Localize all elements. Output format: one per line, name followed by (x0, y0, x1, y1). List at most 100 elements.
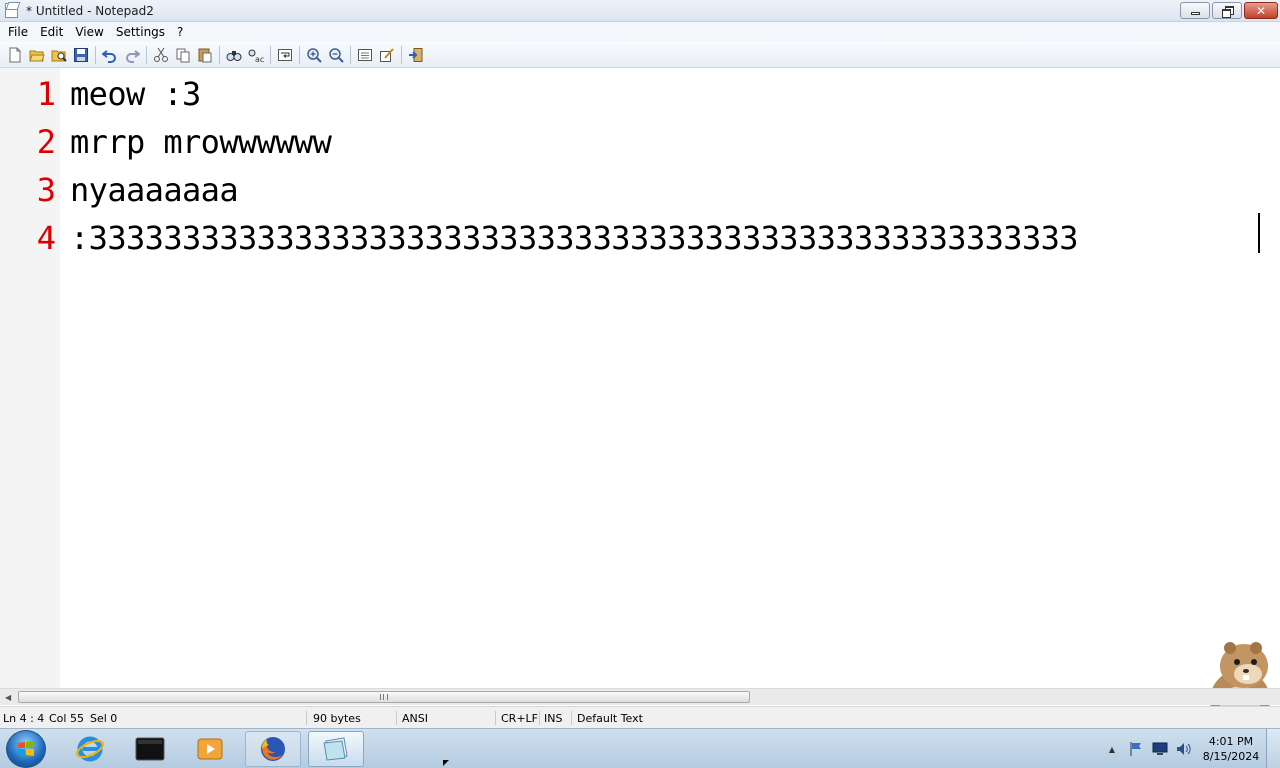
cut-button[interactable] (150, 44, 172, 66)
open-button[interactable] (26, 44, 48, 66)
toolbar-separator (270, 45, 271, 64)
taskbar-notepad2[interactable] (308, 731, 364, 767)
status-scheme[interactable]: Default Text (577, 712, 643, 725)
save-icon (74, 47, 88, 62)
scheme-button[interactable] (354, 44, 376, 66)
menu-help[interactable]: ? (171, 22, 189, 42)
replace-button[interactable]: ac (245, 44, 267, 66)
status-divider (495, 711, 496, 725)
editor-line[interactable]: 2 mrrp mrowwwwww (0, 118, 332, 166)
editor-line[interactable]: 1 meow :3 (0, 70, 202, 118)
toolbar-separator (219, 45, 220, 64)
scroll-left-icon[interactable]: ◀ (5, 693, 11, 702)
line-text[interactable]: meow :3 (60, 75, 201, 113)
find-icon (226, 50, 242, 61)
menu-edit[interactable]: Edit (34, 22, 69, 42)
status-divider (396, 711, 397, 725)
taskbar-firefox[interactable] (245, 731, 301, 767)
taskbar-terminal[interactable] (122, 731, 178, 767)
restore-button[interactable] (1212, 2, 1242, 19)
line-number: 3 (36, 171, 56, 209)
undo-icon (102, 49, 116, 63)
undo-button[interactable] (99, 44, 121, 66)
notepad2-icon (323, 737, 348, 761)
clock-time: 4:01 PM (1208, 735, 1254, 748)
exit-icon (409, 47, 423, 62)
copy-button[interactable] (172, 44, 194, 66)
editor-line[interactable]: 4 :3333333333333333333333333333333333333… (0, 214, 1079, 262)
horizontal-scrollbar[interactable]: ◀ (0, 688, 1280, 705)
windows-logo-icon (18, 741, 34, 756)
toolbar-separator (350, 45, 351, 64)
browse-button[interactable] (48, 44, 70, 66)
text-editor[interactable]: 1 meow :3 2 mrrp mrowwwwww 3 nyaaaaaaa 4… (0, 68, 1280, 688)
status-divider (306, 711, 307, 725)
toolbar-separator (299, 45, 300, 64)
paste-button[interactable] (194, 44, 216, 66)
status-line-endings[interactable]: CR+LF (501, 712, 538, 725)
zoom-in-button[interactable] (303, 44, 325, 66)
customize-button[interactable] (376, 44, 398, 66)
zoom-out-button[interactable] (325, 44, 347, 66)
line-text[interactable]: nyaaaaaaa (60, 171, 239, 209)
new-button[interactable] (4, 44, 26, 66)
line-number: 2 (36, 123, 56, 161)
notepad2-app-icon[interactable] (5, 3, 18, 18)
scrollbar-grip-icon (380, 694, 388, 700)
start-button[interactable] (6, 730, 46, 768)
text-caret (1258, 213, 1260, 253)
tray-network[interactable] (1150, 739, 1170, 759)
tray-volume[interactable] (1174, 739, 1194, 759)
chevron-up-icon: ▲ (1108, 744, 1116, 754)
menu-settings[interactable]: Settings (110, 22, 171, 42)
line-number: 1 (36, 75, 56, 113)
replace-icon: ac (248, 49, 264, 63)
flag-icon (1130, 742, 1141, 756)
tray-action-center[interactable] (1126, 739, 1146, 759)
status-divider (571, 711, 572, 725)
svg-text:ac: ac (255, 55, 264, 63)
save-button[interactable] (70, 44, 92, 66)
status-encoding[interactable]: ANSI (402, 712, 428, 725)
editor-line[interactable]: 3 nyaaaaaaa (0, 166, 239, 214)
status-line: Ln 4 : 4 (3, 712, 45, 725)
clock-date: 8/15/2024 (1202, 750, 1260, 763)
close-button[interactable]: ✕ (1244, 2, 1278, 19)
network-icon (1152, 742, 1168, 755)
show-hidden-icons-button[interactable]: ▲ (1102, 739, 1122, 759)
paste-icon (198, 48, 212, 62)
word-wrap-button[interactable] (274, 44, 296, 66)
line-text[interactable]: mrrp mrowwwwww (60, 123, 332, 161)
taskbar: ▲ 4:01 PM 8/15/2024 (0, 728, 1280, 768)
zoom-in-icon (307, 47, 322, 63)
taskbar-clock[interactable]: 4:01 PM 8/15/2024 (1196, 734, 1266, 764)
window-controls: ✕ (1180, 2, 1278, 19)
redo-button[interactable] (121, 44, 143, 66)
terminal-icon (135, 737, 165, 761)
exit-button[interactable] (405, 44, 427, 66)
menu-view[interactable]: View (69, 22, 109, 42)
restore-icon (1221, 6, 1234, 18)
zoom-out-icon (329, 47, 344, 63)
menu-file[interactable]: File (2, 22, 34, 42)
scrollbar-thumb[interactable] (18, 691, 750, 703)
new-icon (9, 47, 21, 62)
minimize-icon (1190, 12, 1200, 15)
taskbar-ie[interactable] (62, 731, 118, 767)
toolbar-separator (146, 45, 147, 64)
menu-bar: File Edit View Settings ? (0, 22, 1280, 42)
minimize-button[interactable] (1180, 2, 1210, 19)
find-button[interactable] (223, 44, 245, 66)
toolbar-separator (95, 45, 96, 64)
line-number: 4 (36, 219, 56, 257)
status-size: 90 bytes (313, 712, 361, 725)
show-desktop-button[interactable] (1266, 729, 1280, 768)
status-column: Col 55 (49, 712, 84, 725)
toolbar: ac (0, 42, 1280, 68)
customize-icon (380, 47, 394, 62)
word-wrap-icon (278, 48, 292, 61)
line-text[interactable]: :333333333333333333333333333333333333333… (60, 219, 1079, 257)
media-player-icon (197, 738, 223, 760)
status-insert-mode[interactable]: INS (544, 712, 562, 725)
taskbar-media-player[interactable] (182, 731, 238, 767)
